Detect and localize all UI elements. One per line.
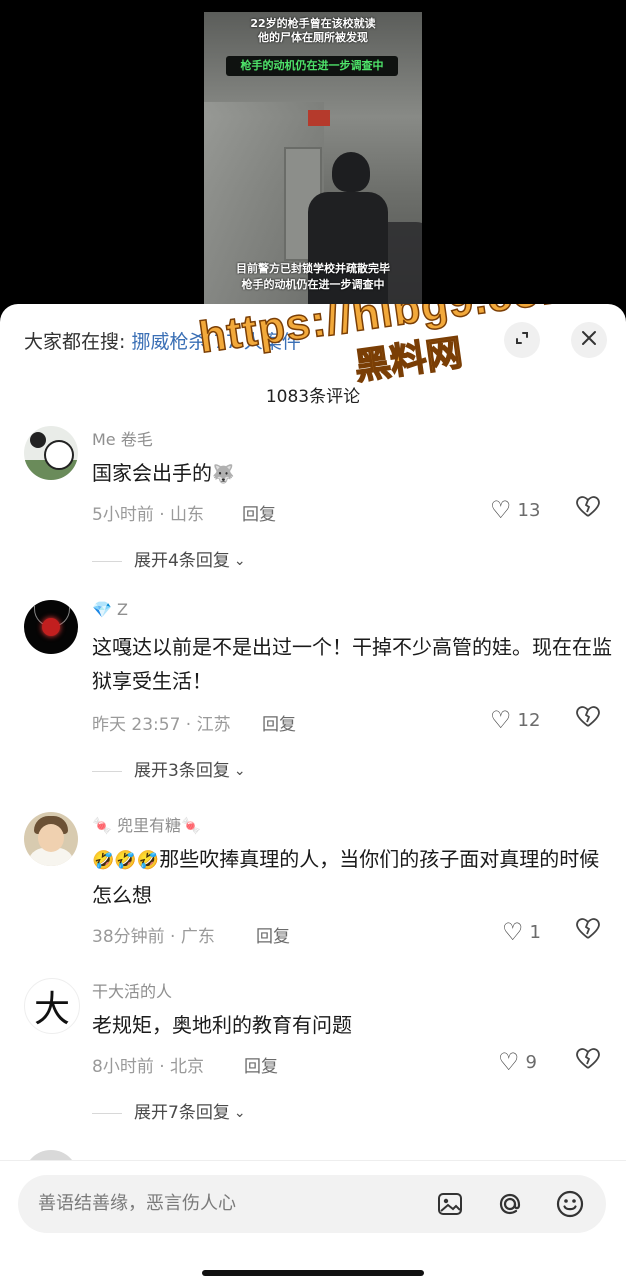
- like-button[interactable]: ♡ 13: [490, 498, 540, 522]
- emoji-icon[interactable]: [554, 1188, 586, 1220]
- expand-replies-button[interactable]: 展开7条回复 ⌄: [92, 1100, 246, 1126]
- broken-heart-icon: [576, 918, 600, 946]
- divider-line: [92, 770, 122, 772]
- reply-button[interactable]: 回复: [256, 922, 290, 947]
- video-frame[interactable]: 22岁的枪手曾在该校就读 他的尸体在厕所被发现 枪手的动机仍在进一步调查中 目前…: [204, 12, 422, 312]
- comment-text: 国家会出手的🐺: [92, 456, 612, 492]
- like-count: 13: [517, 499, 541, 521]
- comment-meta: 38分钟前 · 广东: [92, 927, 215, 947]
- video-scene-officer: [308, 192, 388, 312]
- heart-icon: ♡: [490, 706, 512, 734]
- divider-line: [92, 560, 122, 562]
- comment-count: 1083条评论: [265, 387, 361, 407]
- like-button[interactable]: ♡ 12: [490, 708, 540, 732]
- expand-replies-label: 展开4条回复: [134, 551, 230, 571]
- like-count: 12: [517, 709, 541, 731]
- trending-search-keyword[interactable]: 挪威枪杀 77 人案件: [131, 331, 300, 353]
- avatar[interactable]: [24, 600, 78, 654]
- avatar[interactable]: [24, 812, 78, 866]
- broken-heart-icon: [576, 1048, 600, 1076]
- comment-location: 江苏: [196, 715, 231, 735]
- comment-location: 山东: [170, 505, 205, 525]
- close-button[interactable]: [571, 322, 607, 358]
- comment-text-content: 那些吹捧真理的人，当你们的孩子面对真理的时候怎么想: [92, 847, 600, 907]
- dislike-button[interactable]: [576, 918, 600, 946]
- close-icon: [580, 328, 598, 352]
- comment-username-text: Z: [117, 600, 128, 619]
- collapse-button[interactable]: [504, 322, 540, 358]
- reply-button[interactable]: 回复: [262, 710, 296, 735]
- comment-input-placeholder: 善语结善缘，恶言伤人心: [38, 1193, 236, 1214]
- chevron-down-icon: ⌄: [233, 553, 246, 569]
- expand-replies-label: 展开7条回复: [134, 1103, 230, 1123]
- comment-username-text: 兜里有糖: [117, 816, 182, 835]
- broken-heart-icon: [576, 496, 600, 524]
- comment-text: 🤣🤣🤣那些吹捧真理的人，当你们的孩子面对真理的时候怎么想: [92, 842, 612, 912]
- comment-meta: 8小时前 · 北京: [92, 1057, 205, 1077]
- video-caption-line2: 他的尸体在厕所被发现: [258, 31, 368, 44]
- expand-replies-button[interactable]: 展开4条回复 ⌄: [92, 548, 246, 574]
- comment-location: 北京: [170, 1057, 205, 1077]
- comment-input[interactable]: 善语结善缘，恶言伤人心: [18, 1175, 606, 1233]
- reply-button[interactable]: 回复: [244, 1052, 278, 1077]
- like-button[interactable]: ♡ 9: [498, 1050, 537, 1074]
- comment-meta: 昨天 23:57 · 江苏: [92, 715, 231, 735]
- chevron-down-icon: ⌄: [233, 763, 246, 779]
- like-count: 9: [525, 1051, 537, 1073]
- comment-username[interactable]: 💎 Z: [92, 600, 128, 619]
- comment-username[interactable]: 🍬 兜里有糖🍬: [92, 812, 201, 836]
- comment-text-content: 国家会出手的: [92, 461, 212, 485]
- heart-icon: ♡: [498, 1048, 520, 1076]
- comment-time: 昨天 23:57: [92, 715, 181, 735]
- video-scene-helmet: [332, 152, 370, 192]
- comment-username[interactable]: 干大活的人: [92, 978, 172, 1002]
- like-button[interactable]: ♡ 1: [502, 920, 541, 944]
- video-bottom-caption-line1: 目前警方已封锁学校并疏散完毕: [236, 262, 390, 275]
- comment-sheet: 大家都在搜: 挪威枪杀 77 人案件 1083条评论 Me 卷毛 国家会出手的🐺…: [0, 304, 626, 1280]
- dislike-button[interactable]: [576, 496, 600, 524]
- divider-line: [92, 1112, 122, 1114]
- heart-icon: ♡: [502, 918, 524, 946]
- video-bottom-caption-line2: 枪手的动机仍在进一步调查中: [241, 278, 385, 291]
- laughing-emoji-icon: 🤣🤣🤣: [92, 850, 160, 871]
- wolf-emoji-icon: 🐺: [212, 464, 235, 485]
- video-scene-exit-sign: [308, 110, 330, 126]
- at-icon[interactable]: [494, 1188, 526, 1220]
- avatar[interactable]: [24, 426, 78, 480]
- comment-time: 5小时前: [92, 505, 154, 525]
- reply-button[interactable]: 回复: [242, 500, 276, 525]
- watermark-name: 黑料网: [351, 332, 465, 389]
- dislike-button[interactable]: [576, 1048, 600, 1076]
- video-caption-line1: 22岁的枪手曾在该校就读: [250, 17, 376, 30]
- dislike-button[interactable]: [576, 706, 600, 734]
- heart-icon: ♡: [490, 496, 512, 524]
- image-icon[interactable]: [434, 1188, 466, 1220]
- comment-time: 8小时前: [92, 1057, 154, 1077]
- diamond-icon: 💎: [92, 600, 112, 619]
- avatar[interactable]: 大: [24, 978, 80, 1034]
- comment-input-bar: 善语结善缘，恶言伤人心: [0, 1160, 626, 1280]
- like-count: 1: [529, 921, 541, 943]
- trending-search[interactable]: 大家都在搜: 挪威枪杀 77 人案件: [24, 328, 301, 356]
- video-highlight-caption: 枪手的动机仍在进一步调查中: [226, 56, 398, 76]
- broken-heart-icon: [576, 706, 600, 734]
- comment-username[interactable]: Me 卷毛: [92, 426, 153, 450]
- comment-location: 广东: [180, 927, 215, 947]
- comment-text: 这嘎达以前是不是出过一个！干掉不少高管的娃。现在在监狱享受生活！: [92, 635, 612, 693]
- comment-time: 38分钟前: [92, 927, 165, 947]
- comment-text: 老规矩，奥地利的教育有问题: [92, 1013, 352, 1037]
- candy-icon: 🍬: [92, 816, 112, 835]
- collapse-icon: [513, 329, 531, 352]
- chevron-down-icon: ⌄: [233, 1105, 246, 1121]
- trending-search-label: 大家都在搜:: [24, 331, 126, 353]
- video-player[interactable]: 22岁的枪手曾在该校就读 他的尸体在厕所被发现 枪手的动机仍在进一步调查中 目前…: [0, 0, 626, 320]
- expand-replies-label: 展开3条回复: [134, 761, 230, 781]
- home-indicator: [202, 1270, 424, 1276]
- comment-meta: 5小时前 · 山东: [92, 505, 205, 525]
- candy-icon: 🍬: [181, 816, 201, 835]
- expand-replies-button[interactable]: 展开3条回复 ⌄: [92, 758, 246, 784]
